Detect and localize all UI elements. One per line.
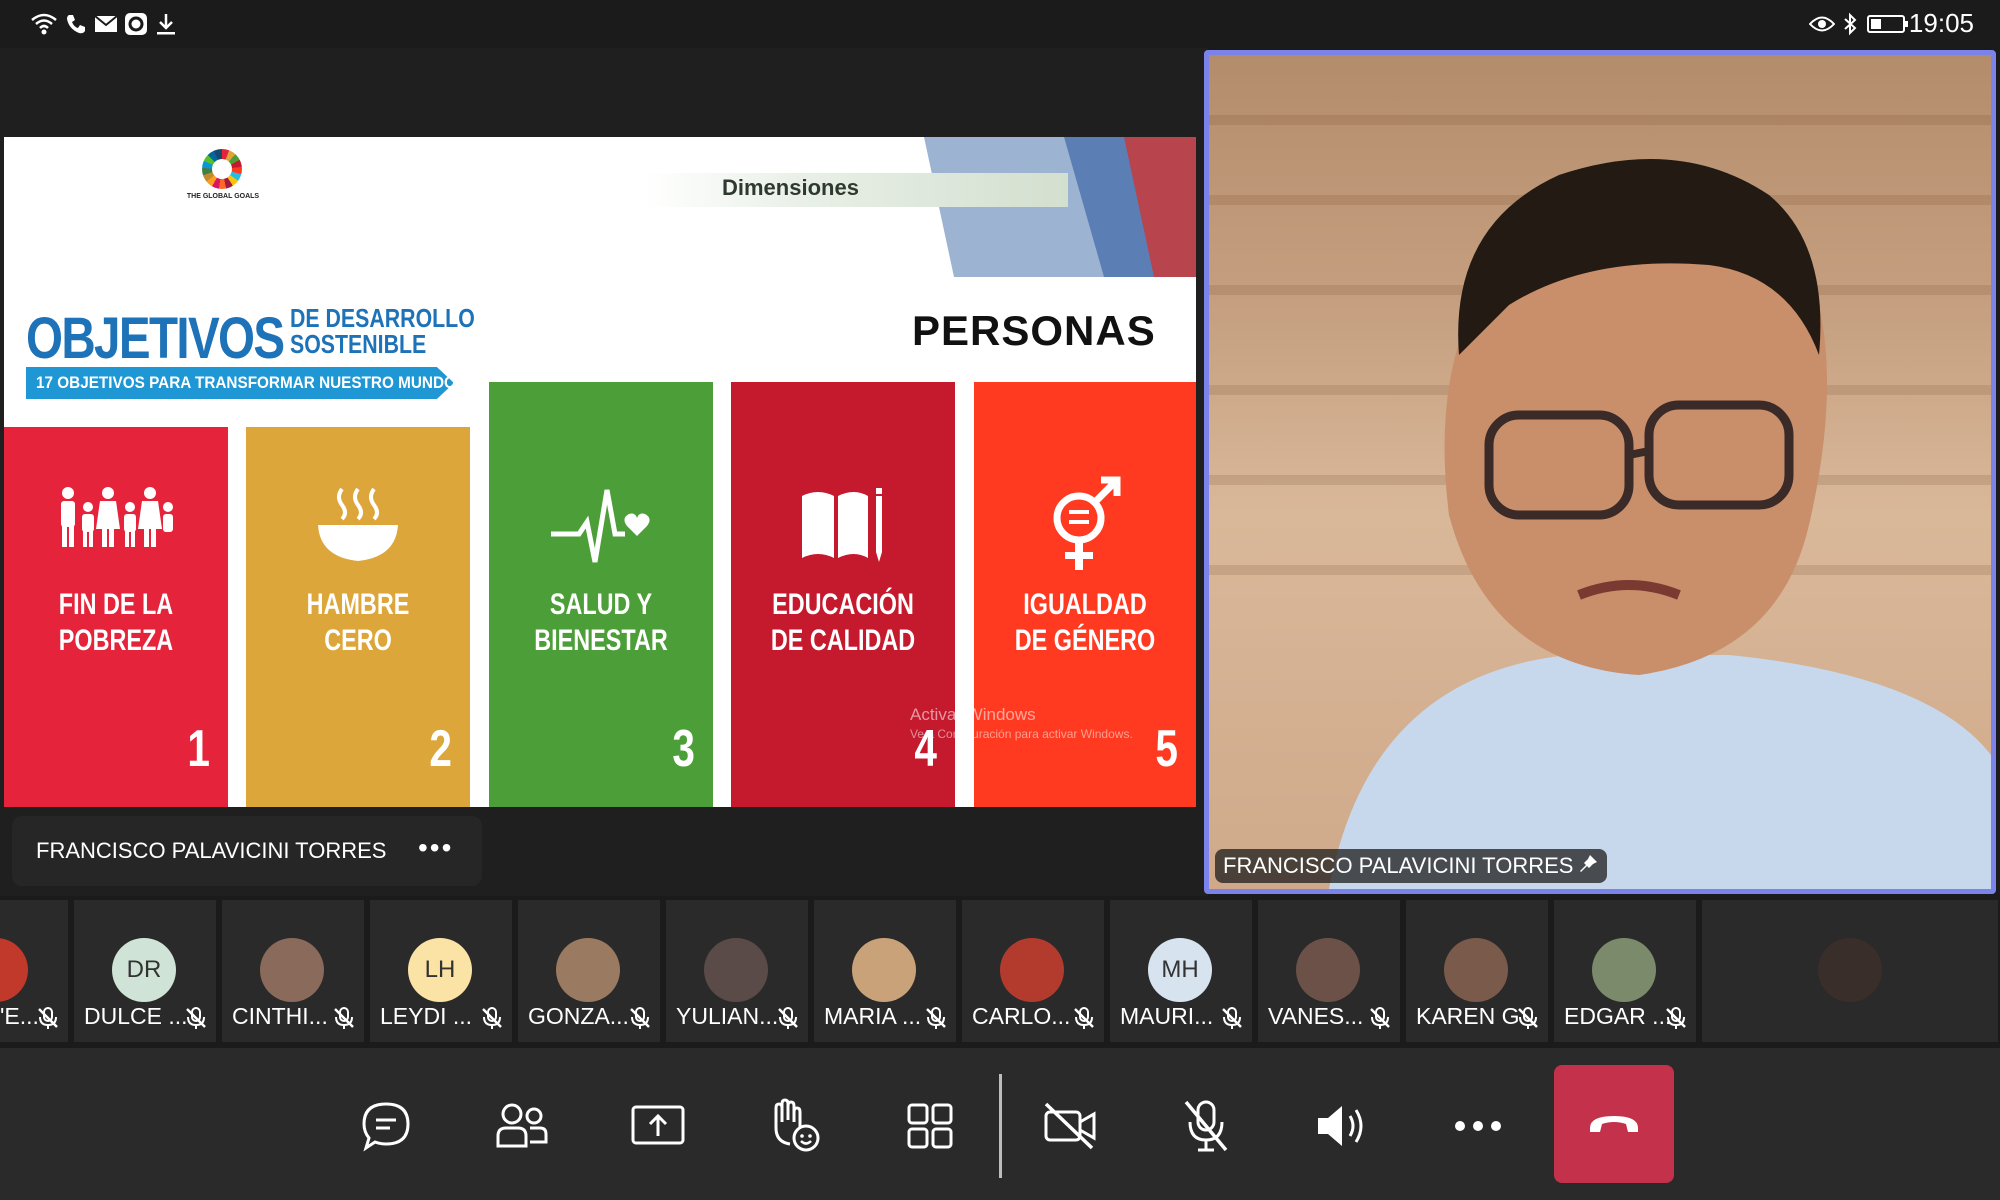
avatar bbox=[1592, 938, 1656, 1002]
avatar: DR bbox=[112, 938, 176, 1002]
phone-icon bbox=[62, 10, 90, 38]
participant-tile[interactable]: EDGAR ... bbox=[1554, 900, 1696, 1042]
sdg-card-1: FIN DE LA POBREZA 1 bbox=[4, 427, 228, 807]
family-icon bbox=[58, 485, 174, 554]
participant-tile[interactable]: CARLO... bbox=[962, 900, 1104, 1042]
avatar bbox=[852, 938, 916, 1002]
mic-muted-icon bbox=[482, 1007, 502, 1029]
sdg-card-5: IGUALDAD DE GÉNERO 5 bbox=[974, 382, 1196, 807]
mic-muted-icon bbox=[778, 1007, 798, 1029]
mic-off-icon bbox=[1184, 1100, 1228, 1152]
more-icon bbox=[1455, 1121, 1501, 1131]
slide-heading: PERSONAS bbox=[912, 307, 1156, 354]
wifi-icon bbox=[30, 10, 58, 38]
avatar bbox=[260, 938, 324, 1002]
logo-text: THE GLOBAL GOALS bbox=[186, 193, 260, 200]
book-icon bbox=[800, 486, 886, 571]
sdg-card-2: HAMBRE CERO 2 bbox=[246, 427, 470, 807]
microphone-button[interactable] bbox=[1158, 1078, 1254, 1174]
raise-hand-button[interactable] bbox=[746, 1078, 842, 1174]
slide-banner-text: 17 OBJETIVOS PARA TRANSFORMAR NUESTRO MU… bbox=[36, 373, 456, 392]
participant-tile[interactable]: LH LEYDI ... bbox=[370, 900, 512, 1042]
section-label: Dimensiones bbox=[722, 175, 859, 200]
participant-video bbox=[1329, 159, 1991, 889]
mic-muted-icon bbox=[334, 1007, 354, 1029]
mic-muted-icon bbox=[926, 1007, 946, 1029]
more-options-button[interactable] bbox=[1430, 1078, 1526, 1174]
mic-muted-icon bbox=[1518, 1007, 1538, 1029]
windows-activation-watermark-sub: Ve a Configuración para activar Windows. bbox=[910, 727, 1133, 741]
participant-tile[interactable]: MARIA ... bbox=[814, 900, 956, 1042]
avatar bbox=[704, 938, 768, 1002]
participant-tile[interactable]: CINTHI... bbox=[222, 900, 364, 1042]
hang-up-button[interactable] bbox=[1554, 1065, 1674, 1183]
status-bar: 19:05 bbox=[0, 0, 2000, 48]
mic-muted-icon bbox=[1370, 1007, 1390, 1029]
mic-muted-icon bbox=[1666, 1007, 1686, 1029]
avatar: MH bbox=[1148, 938, 1212, 1002]
avatar bbox=[1000, 938, 1064, 1002]
avatar bbox=[1444, 938, 1508, 1002]
avatar bbox=[1296, 938, 1360, 1002]
raise-hand-icon bbox=[774, 1098, 820, 1152]
participant-tile[interactable]: MH MAURI... bbox=[1110, 900, 1252, 1042]
windows-activation-watermark: Activar Windows bbox=[910, 705, 1036, 724]
mic-muted-icon bbox=[186, 1007, 206, 1029]
participant-tile[interactable]: GONZA... bbox=[518, 900, 660, 1042]
video-name-label: FRANCISCO PALAVICINI TORRES bbox=[1215, 849, 1608, 883]
slide-decoration bbox=[924, 137, 1196, 277]
call-toolbar bbox=[0, 1048, 2000, 1200]
bluetooth-icon bbox=[1836, 10, 1864, 38]
slide-title: OBJETIVOS bbox=[26, 306, 285, 371]
app-icon bbox=[122, 10, 150, 38]
people-icon bbox=[496, 1103, 548, 1148]
pin-icon bbox=[1579, 854, 1599, 879]
layout-icon bbox=[907, 1103, 953, 1149]
participant-tile[interactable]: DR DULCE ... bbox=[74, 900, 216, 1042]
participant-tile[interactable] bbox=[1702, 900, 1998, 1042]
chat-icon bbox=[362, 1102, 410, 1152]
download-icon bbox=[152, 10, 180, 38]
gender-icon bbox=[1049, 474, 1121, 579]
avatar: LH bbox=[408, 938, 472, 1002]
avatar bbox=[556, 938, 620, 1002]
share-screen-button[interactable] bbox=[610, 1078, 706, 1174]
mail-icon bbox=[92, 10, 120, 38]
avatar bbox=[0, 938, 28, 1002]
battery-icon bbox=[1866, 10, 1910, 38]
presenter-more-button[interactable]: ••• bbox=[418, 832, 453, 864]
chat-button[interactable] bbox=[338, 1078, 434, 1174]
share-screen-icon bbox=[631, 1105, 685, 1145]
hang-up-icon bbox=[1590, 1116, 1638, 1132]
pinned-video-tile[interactable]: FRANCISCO PALAVICINI TORRES bbox=[1204, 50, 1996, 894]
presenter-label[interactable]: FRANCISCO PALAVICINI TORRES ••• bbox=[12, 816, 482, 886]
camera-button[interactable] bbox=[1022, 1078, 1118, 1174]
participant-tile[interactable]: KAREN G bbox=[1406, 900, 1548, 1042]
avatar bbox=[1818, 938, 1882, 1002]
eye-icon bbox=[1808, 10, 1836, 38]
mic-muted-icon bbox=[1222, 1007, 1242, 1029]
participant-tile[interactable]: YULIAN... bbox=[666, 900, 808, 1042]
camera-off-icon bbox=[1044, 1102, 1096, 1150]
slide-title-sub: DE DESARROLLO SOSTENIBLE bbox=[290, 303, 475, 359]
presenter-name: FRANCISCO PALAVICINI TORRES bbox=[36, 838, 387, 863]
speaker-button[interactable] bbox=[1294, 1078, 1390, 1174]
participants-button[interactable] bbox=[474, 1078, 570, 1174]
mic-muted-icon bbox=[630, 1007, 650, 1029]
bowl-icon bbox=[316, 485, 400, 568]
toolbar-divider bbox=[999, 1074, 1002, 1178]
mic-muted-icon bbox=[1074, 1007, 1094, 1029]
clock: 19:05 bbox=[1908, 8, 1974, 38]
heartbeat-icon bbox=[549, 486, 653, 575]
mic-muted-icon bbox=[38, 1007, 58, 1029]
shared-slide: Dimensiones THE GLOBAL GOALS OBJETIVOS D… bbox=[4, 137, 1196, 807]
sdg-card-4: EDUCACIÓN DE CALIDAD 4 bbox=[731, 382, 955, 807]
participant-tile[interactable]: VANES... bbox=[1258, 900, 1400, 1042]
sdg-card-3: SALUD Y BIENESTAR 3 bbox=[489, 382, 713, 807]
layout-button[interactable] bbox=[882, 1078, 978, 1174]
video-participant-name: FRANCISCO PALAVICINI TORRES bbox=[1223, 853, 1574, 878]
speaker-icon bbox=[1318, 1106, 1363, 1146]
participant-tile[interactable]: 'E... bbox=[0, 900, 68, 1042]
participants-strip: 'E... DR DULCE ... CINTHI... LH LEYDI ..… bbox=[0, 896, 2000, 1048]
